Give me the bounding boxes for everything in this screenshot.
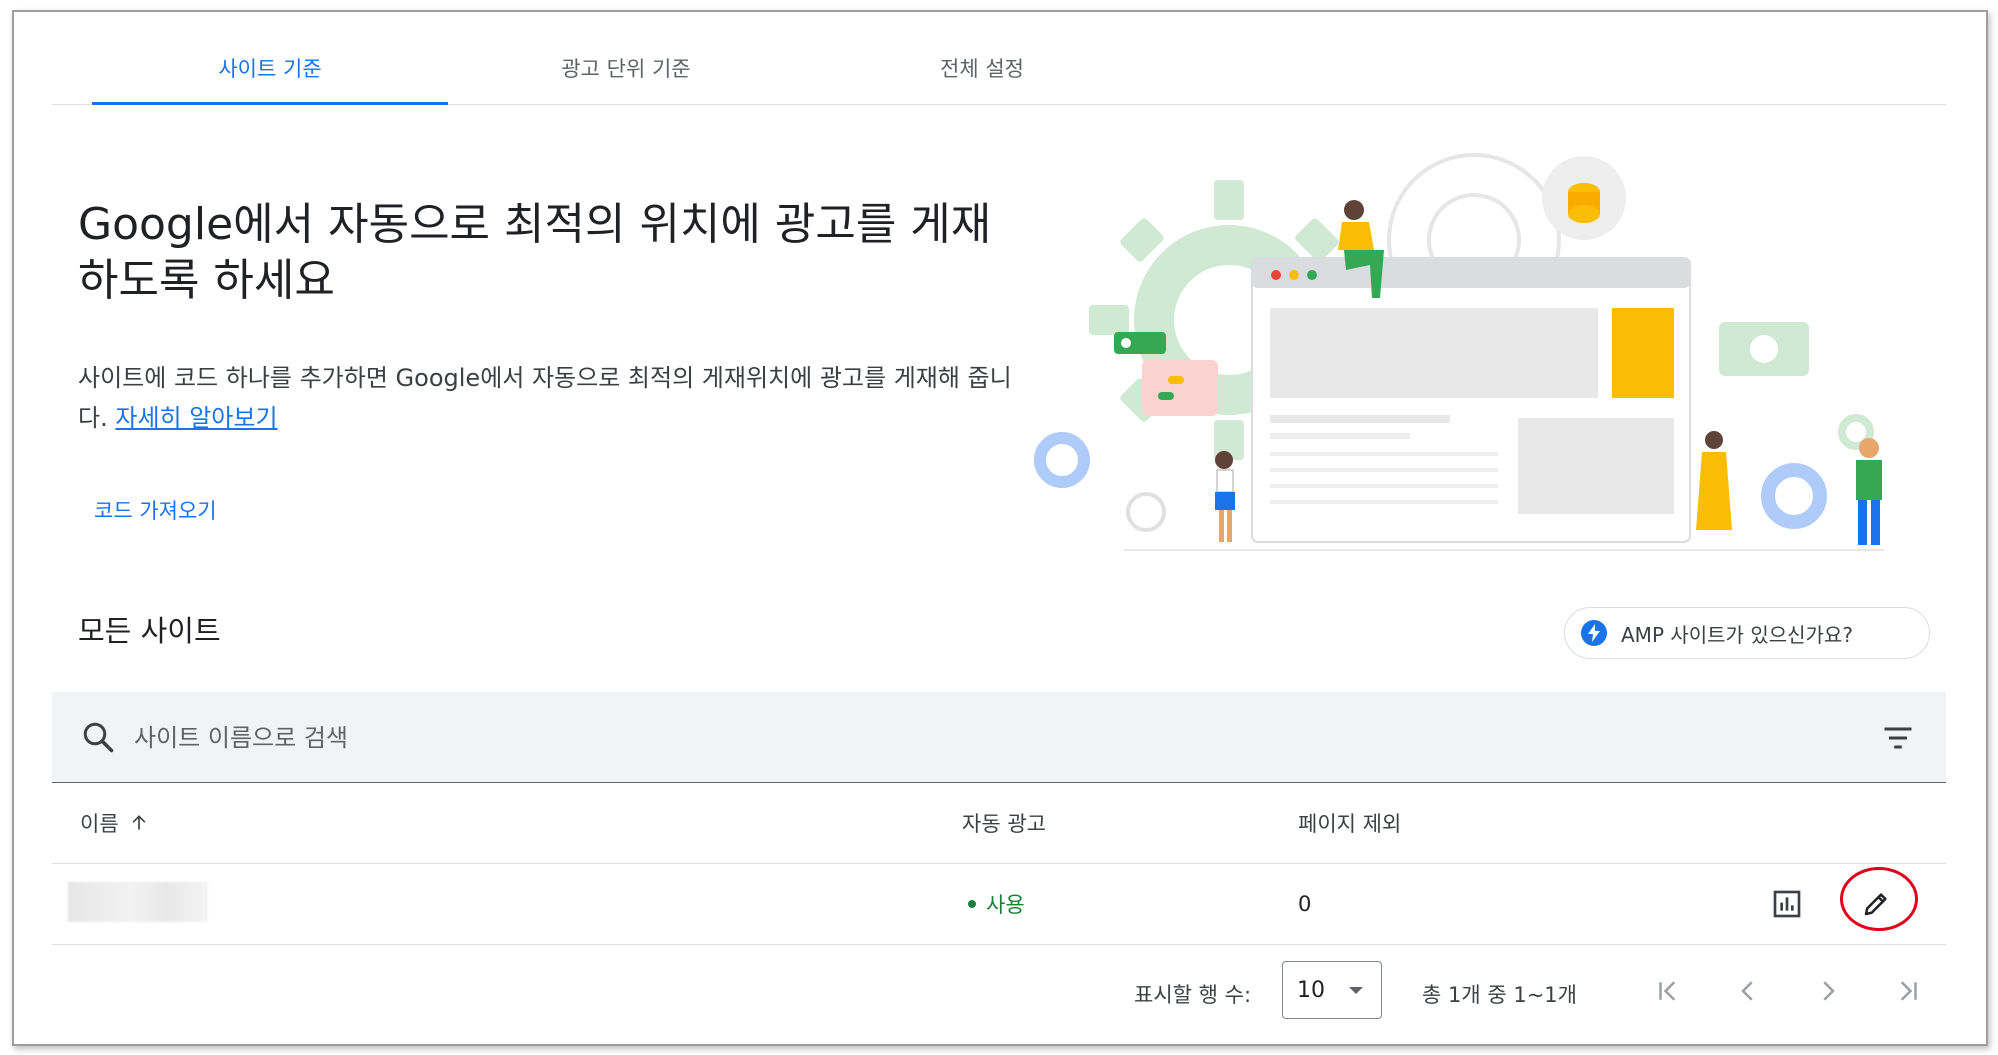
edit-icon — [1864, 893, 1887, 916]
hero-description: 사이트에 코드 하나를 추가하면 Google에서 자동으로 최적의 게재위치에… — [78, 358, 1018, 438]
prev-page-icon — [1741, 981, 1753, 1001]
tab-by-ad-unit[interactable]: 광고 단위 기준 — [448, 32, 804, 104]
tab-bar: 사이트 기준 광고 단위 기준 전체 설정 — [52, 32, 1946, 105]
search-icon — [83, 722, 114, 753]
sites-table-header: 이름 자동 광고 페이지 제외 — [52, 783, 1946, 864]
column-auto-ads: 자동 광고 — [962, 812, 1046, 836]
tab-by-site[interactable]: 사이트 기준 — [92, 32, 448, 105]
last-page-button[interactable] — [1884, 967, 1932, 1015]
next-page-icon — [1823, 981, 1835, 1001]
amp-site-button[interactable]: AMP 사이트가 있으신가요? — [1564, 607, 1930, 659]
app-window: 사이트 기준 광고 단위 기준 전체 설정 Google에서 자동으로 최적의 … — [12, 10, 1988, 1046]
page-range-text: 총 1개 중 1~1개 — [1422, 983, 1577, 1007]
column-excluded-pages: 페이지 제외 — [1298, 812, 1402, 836]
rows-per-page-value: 10 — [1297, 977, 1325, 1003]
prev-page-button[interactable] — [1724, 967, 1772, 1015]
edit-button[interactable] — [1852, 880, 1900, 928]
excluded-pages-count: 0 — [1298, 892, 1312, 916]
filter-icon[interactable] — [1880, 720, 1916, 756]
auto-ads-status: 사용 — [968, 864, 1025, 944]
rows-per-page-select[interactable]: 10 — [1282, 961, 1382, 1019]
first-page-icon — [1659, 981, 1676, 1001]
report-icon — [1773, 890, 1801, 918]
report-button[interactable] — [1763, 880, 1811, 928]
tab-global-settings[interactable]: 전체 설정 — [804, 32, 1160, 104]
auto-ads-status-label: 사용 — [986, 893, 1025, 917]
table-row[interactable]: 사용 0 — [52, 864, 1946, 945]
site-search-input[interactable] — [132, 714, 1736, 762]
chevron-down-icon — [1349, 987, 1363, 994]
column-name[interactable]: 이름 — [80, 783, 149, 863]
rows-per-page-label: 표시할 행 수: — [1134, 983, 1252, 1007]
pagination: 표시할 행 수: 10 총 1개 중 1~1개 — [52, 945, 1946, 1045]
hero-title: Google에서 자동으로 최적의 위치에 광고를 게재하도록 하세요 — [78, 199, 992, 306]
amp-site-button-label: AMP 사이트가 있으신가요? — [1621, 622, 1853, 647]
sort-up-icon — [132, 815, 146, 830]
status-dot — [968, 900, 976, 908]
first-page-button[interactable] — [1644, 967, 1692, 1015]
all-sites-title: 모든 사이트 — [78, 614, 221, 648]
site-search-bar — [52, 692, 1946, 783]
auto-ads-illustration — [1034, 153, 1884, 551]
amp-bolt-icon — [1581, 620, 1607, 646]
last-page-icon — [1900, 981, 1917, 1001]
site-name-redacted — [68, 882, 208, 922]
next-page-button[interactable] — [1804, 967, 1852, 1015]
learn-more-link[interactable]: 자세히 알아보기 — [115, 404, 277, 432]
get-code-button[interactable]: 코드 가져오기 — [78, 488, 233, 532]
column-name-label: 이름 — [80, 812, 119, 836]
